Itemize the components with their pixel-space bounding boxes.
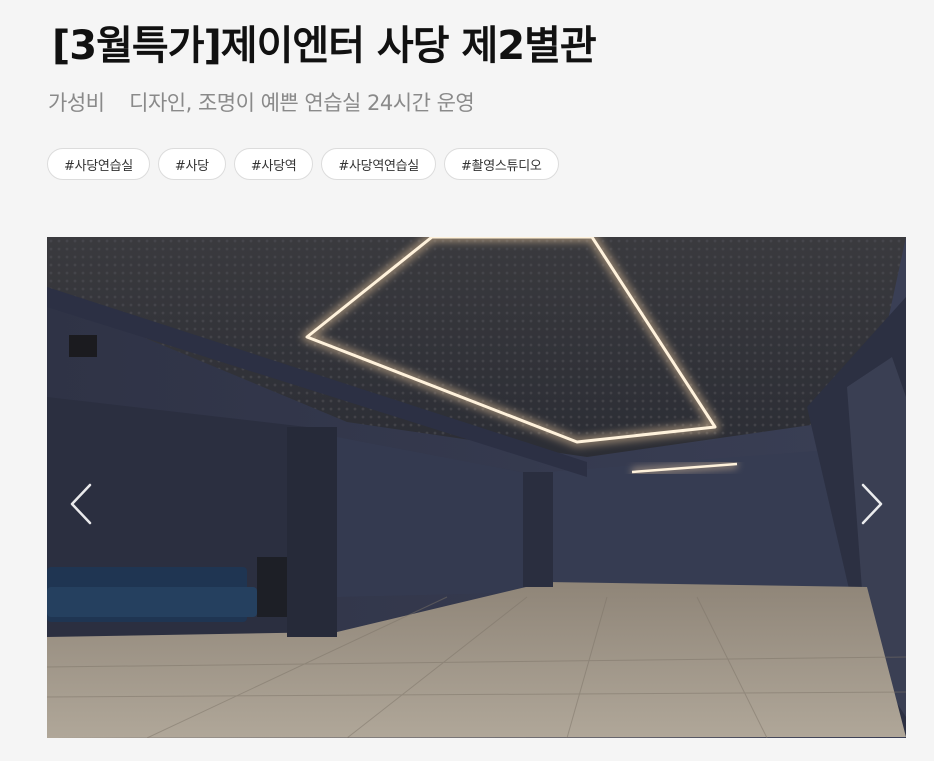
gallery-prev-button[interactable] [61,479,101,529]
gallery-next-button[interactable] [852,479,892,529]
photo-gallery[interactable] [47,237,906,738]
tag-item[interactable]: #사당연습실 [47,148,150,180]
tag-item[interactable]: #촬영스튜디오 [443,148,559,180]
tag-item[interactable]: #사당역 [233,148,314,180]
studio-photo [47,237,906,738]
listing-title: [3월특가]제이엔터 사당 제2별관 [52,23,597,69]
chevron-right-icon [861,483,883,525]
tag-item[interactable]: #사당역연습실 [321,148,436,180]
tag-item[interactable]: #사당 [157,148,226,180]
tag-list: #사당연습실 #사당 #사당역 #사당역연습실 #촬영스튜디오 [47,148,559,180]
listing-subtitle: 가성비 디자인, 조명이 예쁜 연습실 24시간 운영 [48,91,475,115]
chevron-left-icon [70,483,92,525]
